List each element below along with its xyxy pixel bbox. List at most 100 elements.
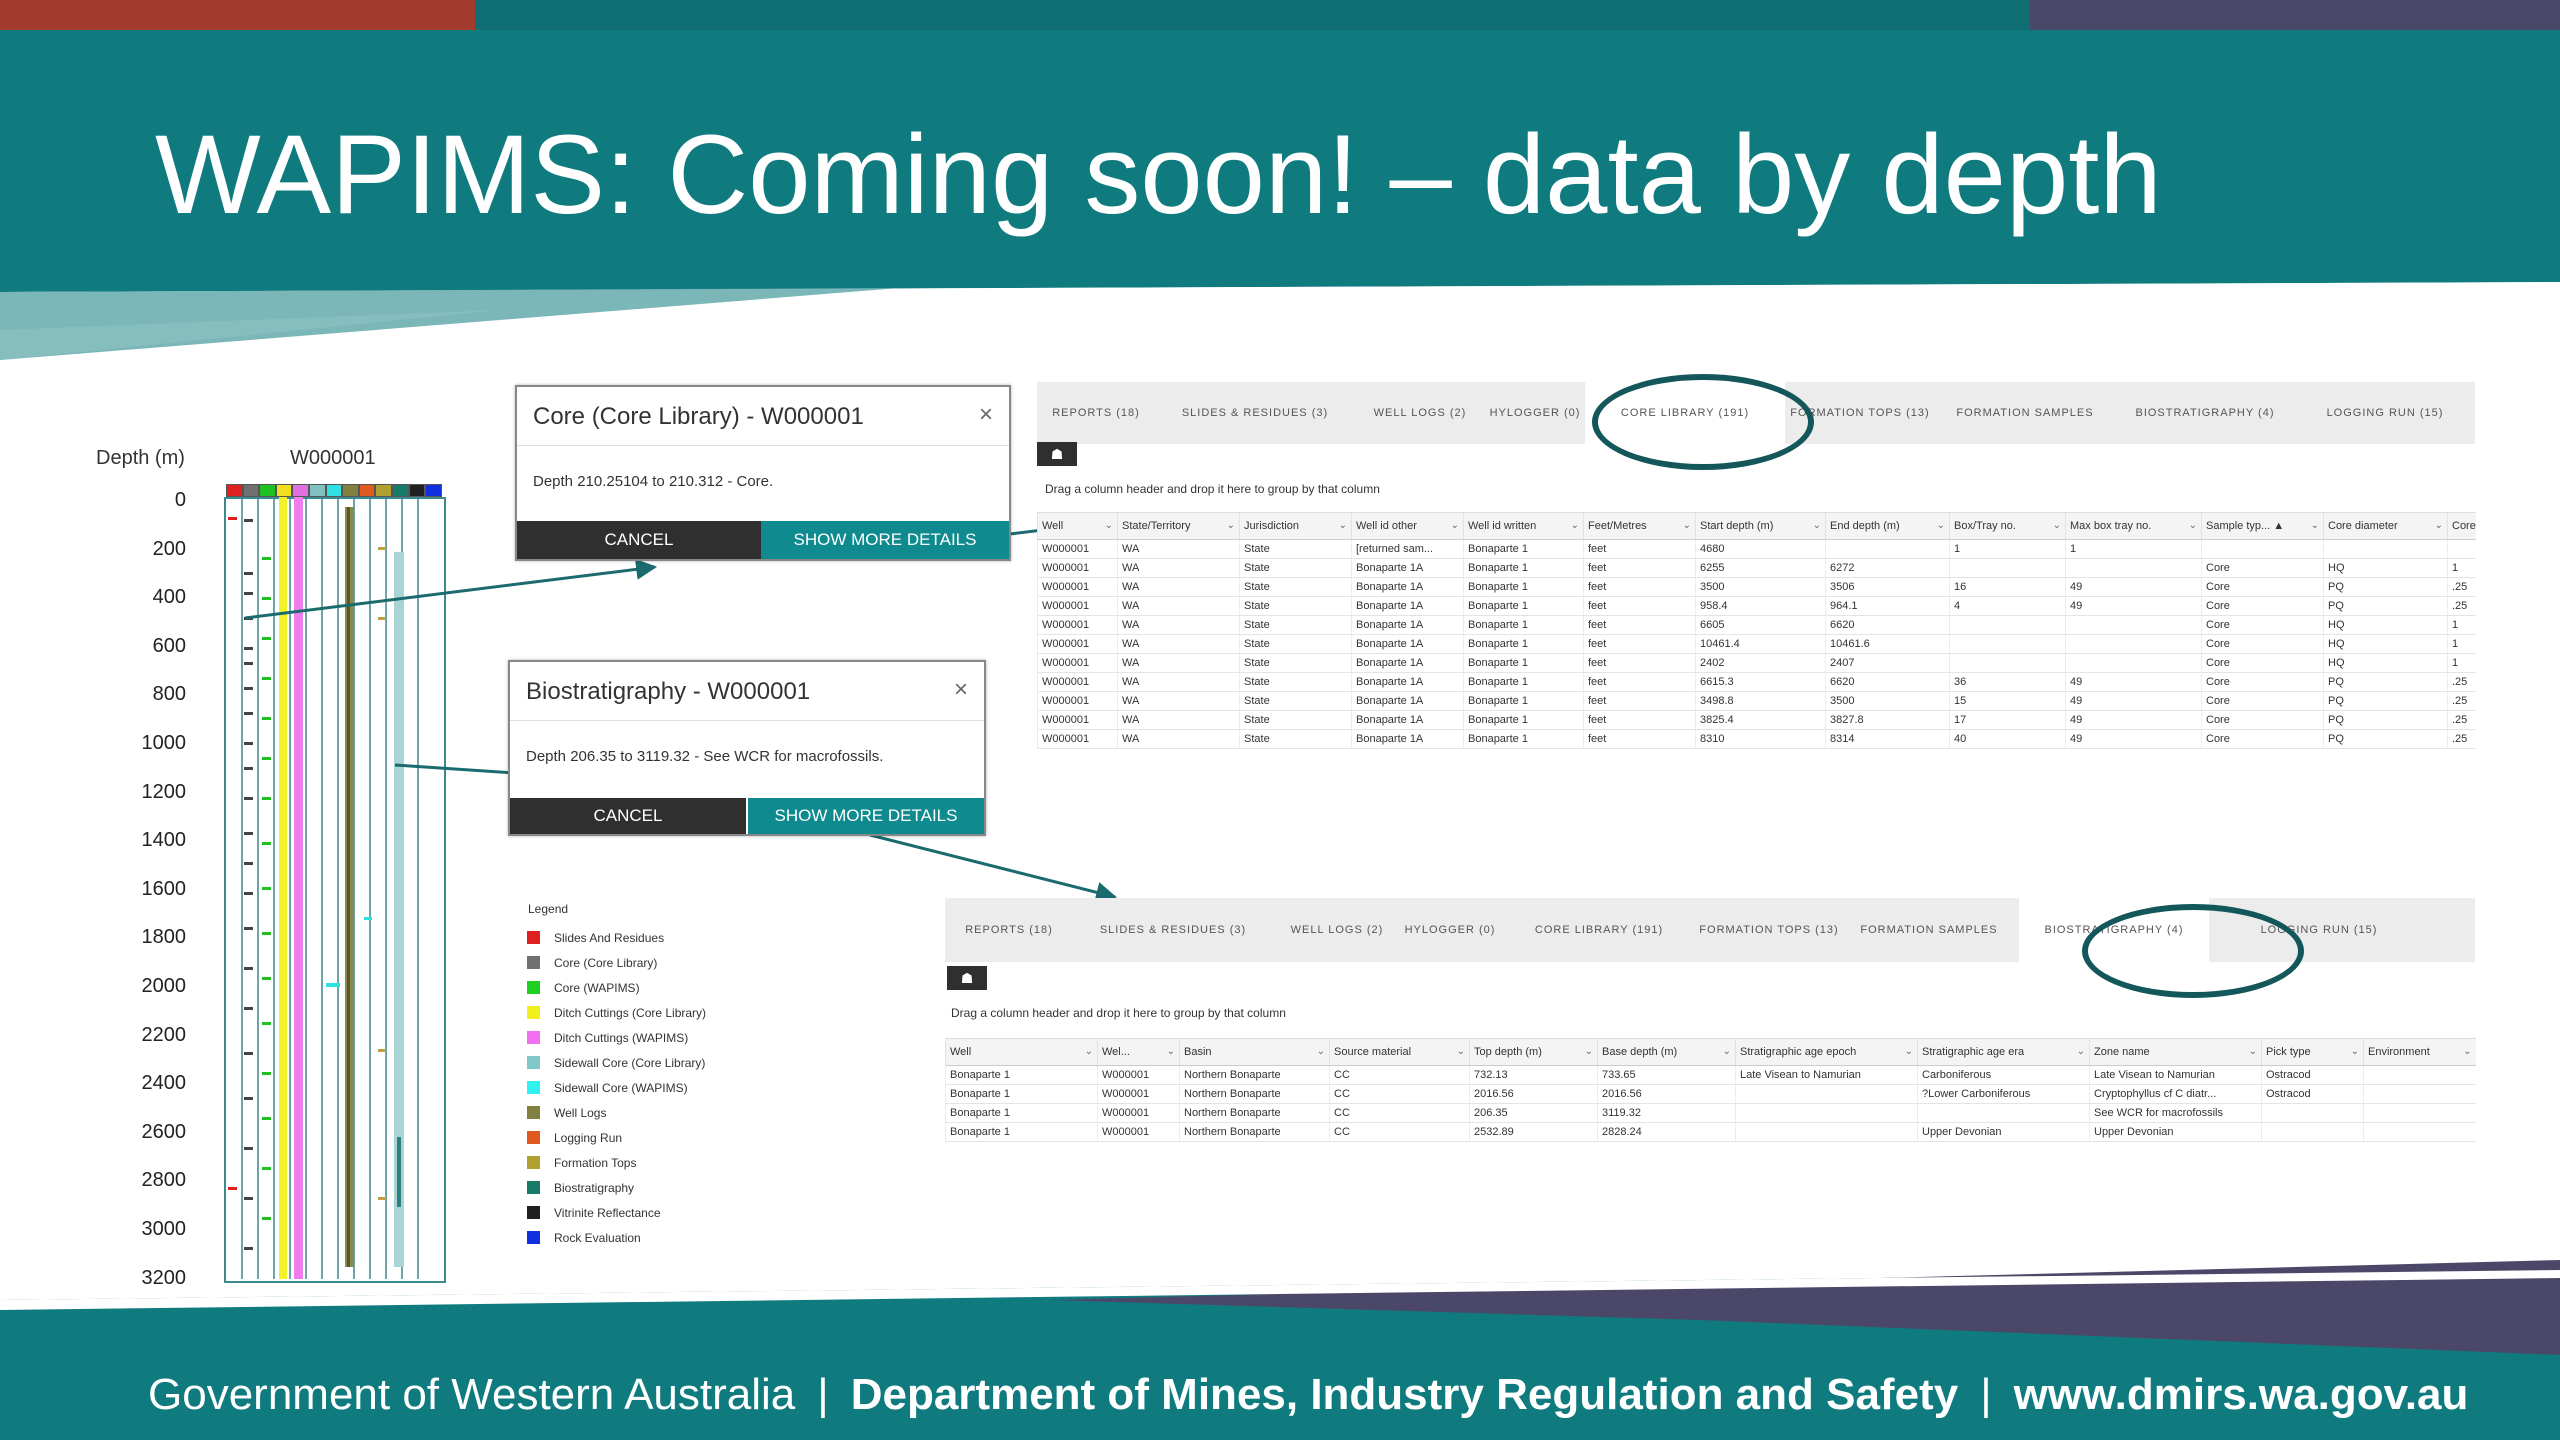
column-header[interactable]: Well ⌄ <box>1037 512 1118 540</box>
chevron-down-icon[interactable]: ⌄ <box>1105 520 1113 532</box>
tab-core-library[interactable]: CORE LIBRARY (191) <box>1499 898 1699 962</box>
chevron-down-icon[interactable]: ⌄ <box>1451 520 1459 532</box>
chevron-down-icon[interactable]: ⌄ <box>1085 1046 1093 1058</box>
table-row[interactable]: W000001 WA State Bonaparte 1A Bonaparte 1 fee… <box>1037 729 2476 749</box>
cancel-button[interactable]: CANCEL <box>510 798 746 834</box>
chevron-down-icon[interactable]: ⌄ <box>1167 1046 1175 1058</box>
tab-reports[interactable]: REPORTS (18) <box>945 898 1073 962</box>
column-header[interactable]: Environment ⌄ <box>2363 1038 2476 1066</box>
core-library-dialog[interactable]: Core (Core Library) - W000001 × Depth 21… <box>515 385 1011 561</box>
table-row[interactable]: W000001 WA State Bonaparte 1A Bonaparte 1 fee… <box>1037 672 2476 692</box>
tab-hylogger[interactable]: HYLOGGER (0) <box>1401 898 1499 962</box>
chevron-down-icon[interactable]: ⌄ <box>1813 520 1821 532</box>
chevron-down-icon[interactable]: ⌄ <box>2189 520 2197 532</box>
table-cell: feet <box>1583 596 1696 616</box>
chevron-down-icon[interactable]: ⌄ <box>1339 520 1347 532</box>
table-row[interactable]: W000001 WA State Bonaparte 1A Bonaparte 1 fee… <box>1037 558 2476 578</box>
show-more-details-button[interactable]: SHOW MORE DETAILS <box>748 798 984 834</box>
chevron-down-icon[interactable]: ⌄ <box>1227 520 1235 532</box>
column-header[interactable]: Core⌄ <box>2447 512 2476 540</box>
chevron-down-icon[interactable]: ⌄ <box>2077 1046 2085 1058</box>
table-row[interactable]: W000001 WA State [returned sam... Bonaparte … <box>1037 539 2476 559</box>
tab-well-logs[interactable]: WELL LOGS (2) <box>1355 382 1485 444</box>
column-header[interactable]: Basin ⌄ <box>1179 1038 1330 1066</box>
table-row[interactable]: W000001 WA State Bonaparte 1A Bonaparte 1 fee… <box>1037 634 2476 654</box>
cancel-button[interactable]: CANCEL <box>517 521 761 559</box>
column-header[interactable]: Feet/Metres ⌄ <box>1583 512 1696 540</box>
chevron-down-icon[interactable]: ⌄ <box>2311 520 2319 532</box>
column-header[interactable]: Base depth (m) ⌄ <box>1597 1038 1736 1066</box>
chevron-down-icon[interactable]: ⌄ <box>1723 1046 1731 1058</box>
column-header[interactable]: Box/Tray no. ⌄ <box>1949 512 2066 540</box>
table-row[interactable]: W000001 WA State Bonaparte 1A Bonaparte 1 fee… <box>1037 691 2476 711</box>
column-header[interactable]: Start depth (m) ⌄ <box>1695 512 1826 540</box>
table-cell: WA <box>1117 729 1240 749</box>
column-header[interactable]: Well ⌄ <box>945 1038 1098 1066</box>
chevron-down-icon[interactable]: ⌄ <box>2435 520 2443 532</box>
dialog-body-text: Depth 206.35 to 3119.32 - See WCR for ma… <box>526 748 884 765</box>
column-header[interactable]: Source material ⌄ <box>1329 1038 1470 1066</box>
table-cell: WA <box>1117 691 1240 711</box>
tab-hylogger[interactable]: HYLOGGER (0) <box>1485 382 1585 444</box>
table-row[interactable]: Bonaparte 1 W000001 Northern Bonaparte CC 25… <box>945 1122 2476 1142</box>
column-header[interactable]: Well id written ⌄ <box>1463 512 1584 540</box>
column-header[interactable]: Top depth (m) ⌄ <box>1469 1038 1598 1066</box>
chevron-down-icon[interactable]: ⌄ <box>1585 1046 1593 1058</box>
table-cell: 49 <box>2065 596 2202 616</box>
tab-slides-residues[interactable]: SLIDES & RESIDUES (3) <box>1073 898 1273 962</box>
table-cell: 8310 <box>1695 729 1826 749</box>
table-row[interactable]: Bonaparte 1 W000001 Northern Bonaparte CC 20… <box>945 1084 2476 1104</box>
chevron-down-icon[interactable]: ⌄ <box>1937 520 1945 532</box>
table-row[interactable]: W000001 WA State Bonaparte 1A Bonaparte 1 fee… <box>1037 710 2476 730</box>
column-header[interactable]: End depth (m) ⌄ <box>1825 512 1950 540</box>
chevron-down-icon[interactable]: ⌄ <box>1457 1046 1465 1058</box>
table-row[interactable]: W000001 WA State Bonaparte 1A Bonaparte 1 fee… <box>1037 615 2476 635</box>
chevron-down-icon[interactable]: ⌄ <box>1683 520 1691 532</box>
table-row[interactable]: W000001 WA State Bonaparte 1A Bonaparte 1 fee… <box>1037 577 2476 597</box>
chevron-down-icon[interactable]: ⌄ <box>1905 1046 1913 1058</box>
chevron-down-icon[interactable]: ⌄ <box>2053 520 2061 532</box>
table-cell: 2016.56 <box>1469 1084 1598 1104</box>
table-cell: Core <box>2201 634 2324 654</box>
table-row[interactable]: Bonaparte 1 W000001 Northern Bonaparte CC 73… <box>945 1065 2476 1085</box>
table-cell: 1 <box>2447 653 2476 673</box>
column-header[interactable]: Wel... ⌄ <box>1097 1038 1180 1066</box>
chevron-down-icon[interactable]: ⌄ <box>1317 1046 1325 1058</box>
table-cell: WA <box>1117 653 1240 673</box>
tab-biostratigraphy[interactable]: BIOSTRATIGRAPHY (4) <box>2115 382 2295 444</box>
column-header-label: Source material <box>1334 1046 1412 1058</box>
table-row[interactable]: W000001 WA State Bonaparte 1A Bonaparte 1 fee… <box>1037 596 2476 616</box>
column-header[interactable]: Max box tray no. ⌄ <box>2065 512 2202 540</box>
column-header[interactable]: Core diameter ⌄ <box>2323 512 2448 540</box>
table-cell: PQ <box>2323 729 2448 749</box>
chevron-down-icon[interactable]: ⌄ <box>2351 1046 2359 1058</box>
tab-formation-samples[interactable]: FORMATION SAMPLES <box>1839 898 2019 962</box>
column-header[interactable]: Well id other ⌄ <box>1351 512 1464 540</box>
tab-well-logs[interactable]: WELL LOGS (2) <box>1273 898 1401 962</box>
chevron-down-icon[interactable]: ⌄ <box>2249 1046 2257 1058</box>
tab-reports[interactable]: REPORTS (18) <box>1037 382 1155 444</box>
toolbar-group-icon[interactable]: ☗ <box>1037 442 1077 466</box>
column-header[interactable]: Stratigraphic age era ⌄ <box>1917 1038 2090 1066</box>
column-header[interactable]: Jurisdiction ⌄ <box>1239 512 1352 540</box>
column-header[interactable]: Zone name ⌄ <box>2089 1038 2262 1066</box>
toolbar-group-icon[interactable]: ☗ <box>947 966 987 990</box>
chevron-down-icon[interactable]: ⌄ <box>1571 520 1579 532</box>
column-header[interactable]: Pick type ⌄ <box>2261 1038 2364 1066</box>
tab-logging-run[interactable]: LOGGING RUN (15) <box>2295 382 2475 444</box>
column-header[interactable]: Sample typ... ▲ ⌄ <box>2201 512 2324 540</box>
close-icon[interactable]: × <box>954 676 968 704</box>
tab-slides-residues[interactable]: SLIDES & RESIDUES (3) <box>1155 382 1355 444</box>
column-header[interactable]: Stratigraphic age epoch ⌄ <box>1735 1038 1918 1066</box>
tab-formation-tops[interactable]: FORMATION TOPS (13) <box>1699 898 1839 962</box>
show-more-details-button[interactable]: SHOW MORE DETAILS <box>761 521 1009 559</box>
chevron-down-icon[interactable]: ⌄ <box>2463 1046 2471 1058</box>
table-cell: Bonaparte 1 <box>1463 577 1584 597</box>
table-row[interactable]: W000001 WA State Bonaparte 1A Bonaparte 1 fee… <box>1037 653 2476 673</box>
column-header[interactable]: State/Territory ⌄ <box>1117 512 1240 540</box>
biostratigraphy-dialog[interactable]: Biostratigraphy - W000001 × Depth 206.35… <box>508 660 986 836</box>
tab-formation-samples[interactable]: FORMATION SAMPLES <box>1935 382 2115 444</box>
table-row[interactable]: Bonaparte 1 W000001 Northern Bonaparte CC 20… <box>945 1103 2476 1123</box>
column-header-label: Well id other <box>1356 520 1417 532</box>
close-icon[interactable]: × <box>979 401 993 429</box>
